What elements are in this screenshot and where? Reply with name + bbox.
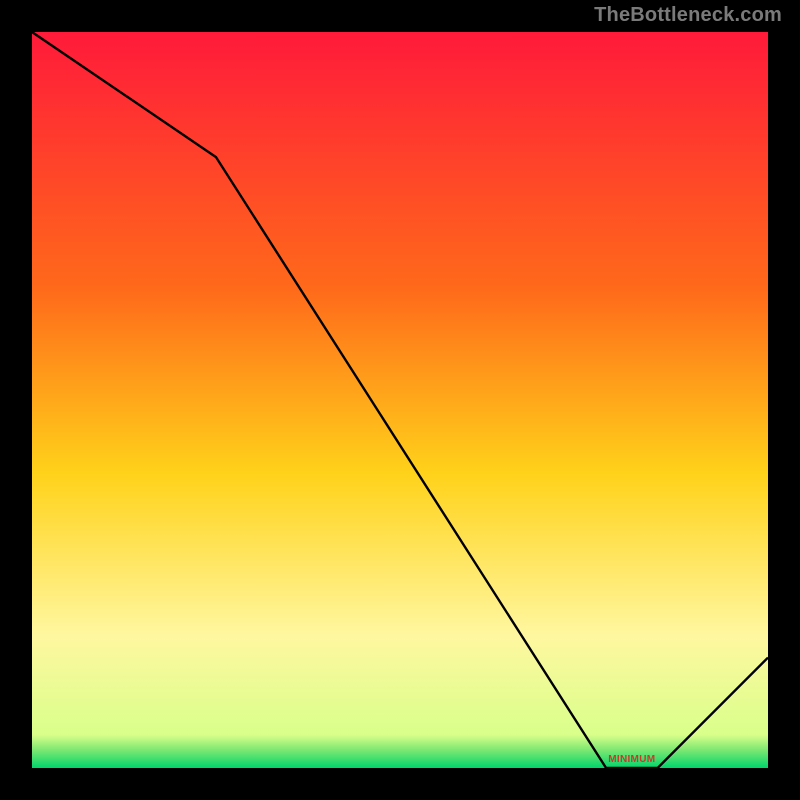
line-chart-svg: MINIMUM	[32, 32, 768, 768]
minimum-label: MINIMUM	[608, 754, 655, 765]
watermark-text: TheBottleneck.com	[594, 4, 782, 27]
chart-container: TheBottleneck.com MINIMUM	[0, 0, 800, 800]
plot-area: MINIMUM	[32, 32, 768, 768]
plot-frame: MINIMUM	[28, 28, 772, 772]
gradient-background	[32, 32, 768, 768]
